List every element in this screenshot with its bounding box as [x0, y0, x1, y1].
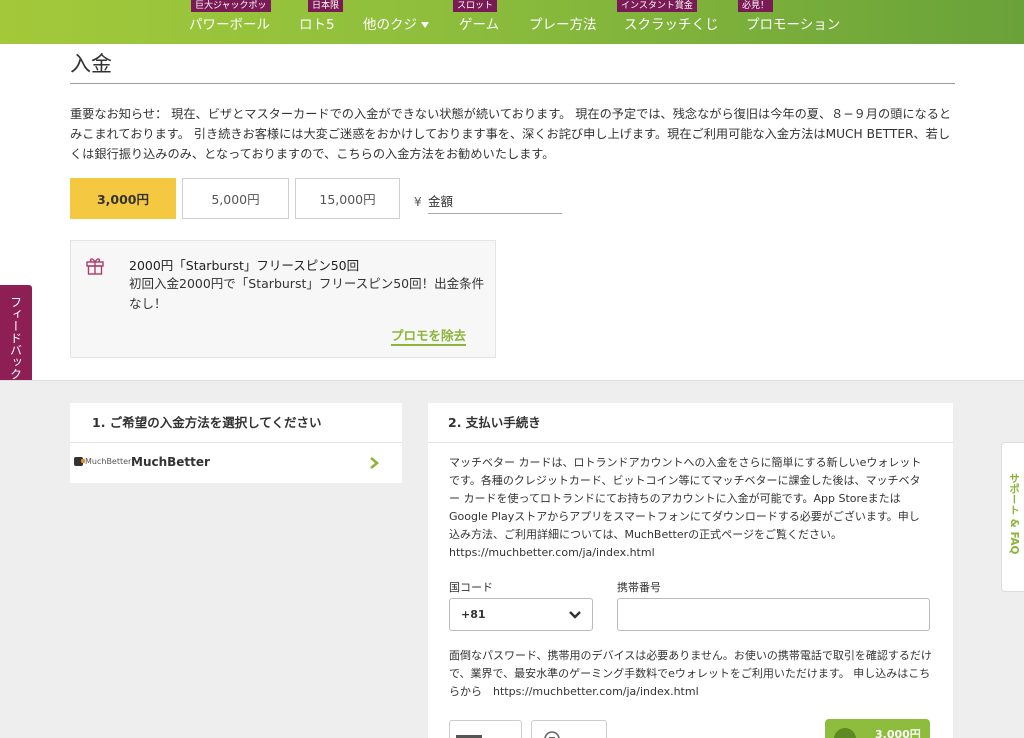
- amount-option-15000[interactable]: 15,000円: [295, 178, 400, 219]
- caret-down-icon: [421, 22, 429, 28]
- muchbetter-logo-mark: [74, 457, 85, 466]
- amount-option-3000[interactable]: 3,000円: [70, 178, 176, 219]
- lock-graphic: [544, 731, 560, 738]
- nav-badge-loto5: 日本限: [308, 0, 344, 12]
- nav-item-scratch[interactable]: スクラッチくじ: [624, 13, 719, 33]
- country-code-value: +81: [461, 608, 486, 621]
- payment-procedure-heading: 2. 支払い手続き: [428, 403, 953, 443]
- gift-icon: [86, 258, 104, 275]
- nav-item-how-to-play[interactable]: プレー方法: [529, 13, 597, 33]
- payment-method-heading: 1. ご希望の入金方法を選択してください: [70, 403, 402, 443]
- phone-number-label: 携帯番号: [617, 581, 661, 594]
- phone-number-input[interactable]: [617, 598, 930, 631]
- cart-icon: [834, 728, 856, 738]
- remove-promo-link[interactable]: プロモを除去: [391, 325, 467, 346]
- support-faq-label: サポート & FAQ: [1008, 473, 1020, 555]
- nav-item-other-lotteries[interactable]: 他のクジ: [363, 13, 429, 33]
- country-code-label: 国コード: [449, 581, 493, 594]
- muchbetter-note: 面倒なパスワード、携帯用のデバイスは必要ありません。お使いの携帯電話で取引を確認…: [449, 649, 932, 698]
- title-divider: [70, 83, 955, 84]
- nav-item-loto5[interactable]: ロト5: [299, 13, 335, 33]
- nav-item-games[interactable]: ゲーム: [459, 13, 499, 33]
- nav-badge-powerball: 巨大ジャックポッ: [191, 0, 271, 12]
- payment-method-muchbetter[interactable]: MuchBetter MuchBetter: [70, 443, 402, 483]
- deposit-button-label: 3,000円: [875, 728, 921, 738]
- muchbetter-logo: MuchBetter: [74, 457, 131, 466]
- feedback-tab[interactable]: フィードバック: [0, 285, 32, 391]
- country-code-select[interactable]: +81: [449, 598, 593, 631]
- currency-symbol: ¥: [414, 195, 422, 209]
- nav-badge-scratch: インスタント賞金: [617, 0, 697, 12]
- amount-input[interactable]: [428, 190, 562, 214]
- page-title: 入金: [70, 52, 112, 76]
- card-graphic: [456, 735, 482, 738]
- chevron-down-icon: [569, 611, 581, 619]
- support-faq-tab[interactable]: サポート & FAQ: [1001, 442, 1024, 592]
- muchbetter-logo-text: MuchBetter: [85, 457, 132, 466]
- nav-badge-games: スロット: [453, 0, 498, 12]
- payment-method-name: MuchBetter: [131, 455, 210, 469]
- nav-item-other-lotteries-label: 他のクジ: [363, 17, 417, 33]
- payment-procedure-panel: 2. 支払い手続き マッチベター カードは、ロトランドアカウントへの入金をさらに…: [428, 403, 953, 738]
- nav-badge-promotions: 必見！: [738, 0, 774, 12]
- nav-item-promotions[interactable]: プロモーション: [746, 13, 840, 33]
- amount-option-5000[interactable]: 5,000円: [182, 178, 289, 219]
- promo-description: 初回入金2000円で「Starburst」フリースピン50回！出金条件なし！: [129, 276, 485, 311]
- promo-title: 2000円「Starburst」フリースピン50回: [129, 258, 360, 273]
- promo-box: 2000円「Starburst」フリースピン50回 初回入金2000円で「Sta…: [70, 240, 496, 358]
- chevron-right-icon: [370, 457, 380, 469]
- muchbetter-description: マッチベター カードは、ロトランドアカウントへの入金をさらに簡単にする新しいeウ…: [449, 456, 922, 559]
- important-notice: 重要なお知らせ： 現在、ビザとマスターカードでの入金ができない状態が続いておりま…: [70, 107, 952, 161]
- card-icon: [449, 720, 522, 738]
- nav-item-powerball[interactable]: パワーボール: [189, 13, 270, 33]
- payment-method-panel: 1. ご希望の入金方法を選択してください MuchBetter MuchBett…: [70, 403, 402, 483]
- deposit-button[interactable]: 3,000円: [825, 719, 930, 738]
- lock-icon: [531, 720, 607, 738]
- top-navigation: 巨大ジャックポッ パワーボール 日本限 ロト5 他のクジ スロット ゲーム プレ…: [0, 0, 1024, 44]
